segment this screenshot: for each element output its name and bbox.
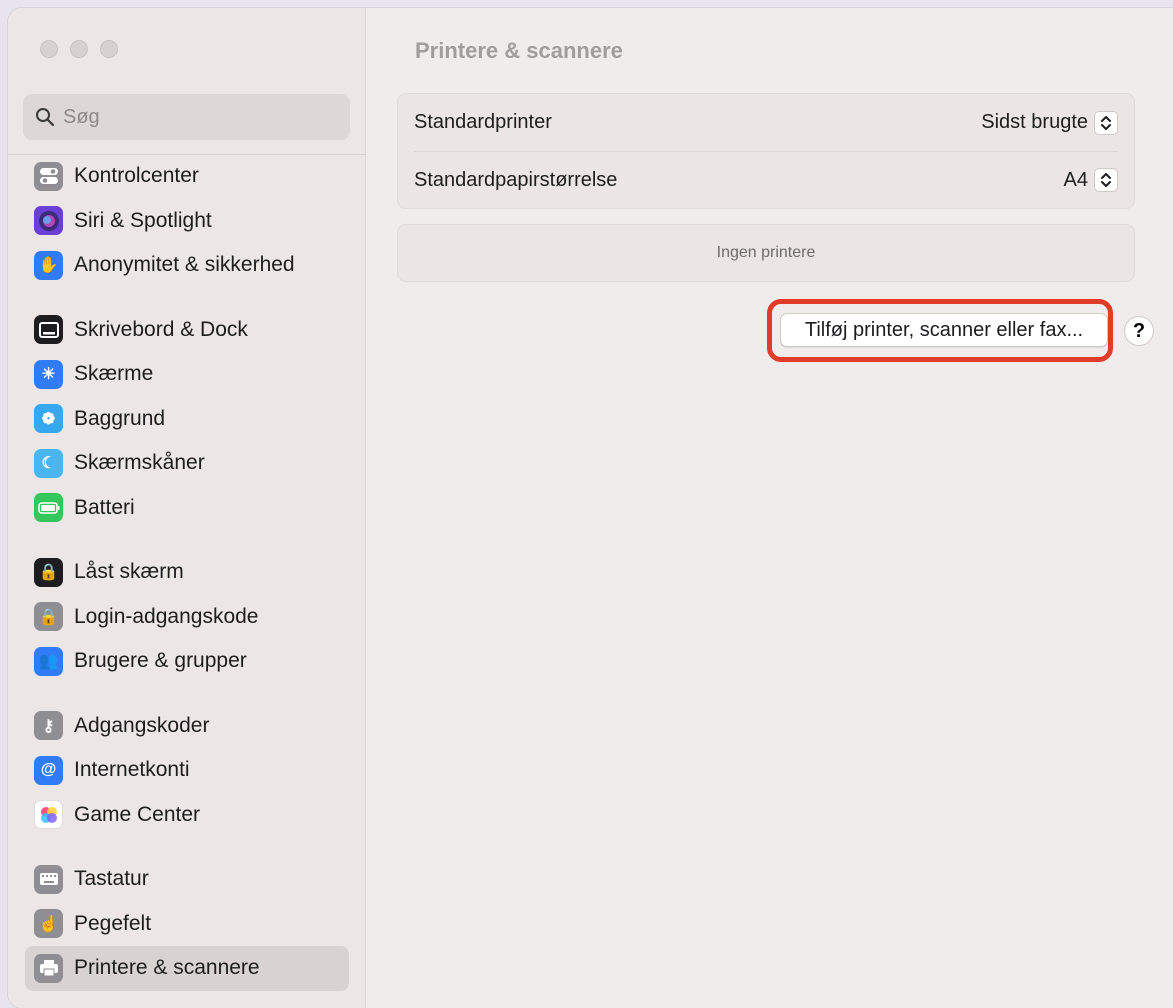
sidebar-item-kontrolcenter[interactable]: Kontrolcenter bbox=[25, 154, 349, 199]
sidebar-item-label: Låst skærm bbox=[74, 560, 184, 584]
sidebar-item-brugere-grupper[interactable]: 👥 Brugere & grupper bbox=[25, 639, 349, 684]
sidebar-item-label: Game Center bbox=[74, 802, 201, 826]
dock-icon bbox=[34, 315, 63, 345]
sidebar: Søg Kontrolcenter Siri & Spotlight ✋ Anonym… bbox=[8, 8, 366, 1008]
sidebar-item-label: Brugere & grupper bbox=[74, 649, 247, 673]
window-controls bbox=[40, 40, 118, 58]
chevron-updown-icon bbox=[1094, 110, 1118, 135]
sidebar-item-label: Printere & scannere bbox=[74, 956, 260, 980]
zoom-window-button[interactable] bbox=[100, 40, 118, 58]
minimize-window-button[interactable] bbox=[70, 40, 88, 58]
sidebar-item-skærme[interactable]: ☀ Skærme bbox=[25, 352, 349, 397]
default-printer-value: Sidst brugte bbox=[981, 111, 1088, 133]
search-placeholder: Søg bbox=[63, 105, 100, 128]
default-printer-popup[interactable]: Sidst brugte bbox=[981, 110, 1118, 135]
keyboard-icon bbox=[34, 864, 63, 894]
close-window-button[interactable] bbox=[40, 40, 58, 58]
sidebar-item-label: Siri & Spotlight bbox=[74, 208, 212, 232]
key-icon: ⚷ bbox=[34, 711, 63, 741]
at-icon: @ bbox=[34, 755, 63, 785]
sidebar-item-anonymitet-sikkerhed[interactable]: ✋ Anonymitet & sikkerhed bbox=[25, 243, 349, 288]
default-paper-size-popup[interactable]: A4 bbox=[1064, 168, 1118, 192]
users-icon: 👥 bbox=[34, 646, 63, 676]
defaults-group: Standardprinter Sidst brugte Standardpap… bbox=[397, 93, 1135, 209]
brightness-icon: ☀ bbox=[34, 359, 63, 389]
battery-icon bbox=[34, 493, 63, 523]
default-paper-size-row: Standardpapirstørrelse A4 bbox=[414, 151, 1118, 208]
sidebar-item-skærmskåner[interactable]: ☾ Skærmskåner bbox=[25, 441, 349, 486]
add-printer-button[interactable]: Tilføj printer, scanner eller fax... bbox=[780, 313, 1108, 347]
printers-list: Ingen printere bbox=[397, 224, 1135, 282]
sidebar-item-login-adgangskode[interactable]: 🔒 Login-adgangskode bbox=[25, 595, 349, 640]
sidebar-item-label: Anonymitet & sikkerhed bbox=[74, 253, 295, 277]
sidebar-item-baggrund[interactable]: ❁ Baggrund bbox=[25, 397, 349, 442]
default-paper-size-label: Standardpapirstørrelse bbox=[414, 168, 618, 191]
sidebar-item-label: Skærme bbox=[74, 362, 154, 386]
sidebar-item-label: Login-adgangskode bbox=[74, 604, 259, 628]
sidebar-list: Kontrolcenter Siri & Spotlight ✋ Anonymitet… bbox=[25, 154, 349, 991]
sidebar-item-låst-skærm[interactable]: 🔒 Låst skærm bbox=[25, 550, 349, 595]
sidebar-item-internetkonti[interactable]: @ Internetkonti bbox=[25, 748, 349, 793]
sidebar-item-label: Baggrund bbox=[74, 406, 166, 430]
chevron-updown-icon bbox=[1094, 168, 1118, 192]
sidebar-item-label: Skrivebord & Dock bbox=[74, 317, 248, 341]
flower-icon: ❁ bbox=[34, 404, 63, 434]
default-printer-label: Standardprinter bbox=[414, 111, 552, 133]
no-printers-text: Ingen printere bbox=[716, 244, 816, 261]
default-paper-size-value: A4 bbox=[1063, 168, 1088, 191]
sidebar-item-siri-spotlight[interactable]: Siri & Spotlight bbox=[25, 199, 349, 244]
sidebar-item-label: Tastatur bbox=[74, 867, 149, 891]
sidebar-item-label: Internetkonti bbox=[74, 758, 190, 782]
sidebar-item-label: Adgangskoder bbox=[74, 713, 210, 737]
printer-icon bbox=[34, 953, 63, 983]
search-field[interactable]: Søg bbox=[23, 94, 350, 140]
sidebar-item-label: Kontrolcenter bbox=[74, 164, 199, 188]
screensaver-icon: ☾ bbox=[34, 448, 63, 478]
trackpad-icon: ☝ bbox=[34, 909, 63, 939]
sidebar-item-printere-scannere[interactable]: Printere & scannere bbox=[25, 946, 349, 991]
game-center-icon bbox=[34, 800, 63, 830]
settings-window: Søg Kontrolcenter Siri & Spotlight ✋ Anonym… bbox=[8, 8, 1173, 1008]
siri-icon bbox=[34, 206, 63, 236]
sidebar-item-game-center[interactable]: Game Center bbox=[25, 793, 349, 838]
control-center-icon bbox=[34, 161, 63, 191]
sidebar-item-pegefelt[interactable]: ☝ Pegefelt bbox=[25, 902, 349, 947]
page-title: Printere & scannere bbox=[415, 38, 623, 63]
sidebar-item-label: Batteri bbox=[74, 495, 135, 519]
sidebar-item-skrivebord-dock[interactable]: Skrivebord & Dock bbox=[25, 308, 349, 353]
help-button[interactable]: ? bbox=[1124, 316, 1154, 346]
sidebar-item-tastatur[interactable]: Tastatur bbox=[25, 857, 349, 902]
sidebar-item-adgangskoder[interactable]: ⚷ Adgangskoder bbox=[25, 704, 349, 749]
lock-icon: 🔒 bbox=[34, 602, 63, 632]
search-icon bbox=[36, 108, 55, 127]
default-printer-row: Standardprinter Sidst brugte bbox=[398, 94, 1134, 151]
sidebar-item-batteri[interactable]: Batteri bbox=[25, 486, 349, 531]
hand-icon: ✋ bbox=[34, 250, 63, 280]
sidebar-item-label: Skærmskåner bbox=[74, 451, 205, 475]
sidebar-item-label: Pegefelt bbox=[74, 911, 152, 935]
lock-screen-icon: 🔒 bbox=[34, 557, 63, 587]
main-pane: Printere & scannere Standardprinter Sids… bbox=[367, 8, 1173, 1008]
